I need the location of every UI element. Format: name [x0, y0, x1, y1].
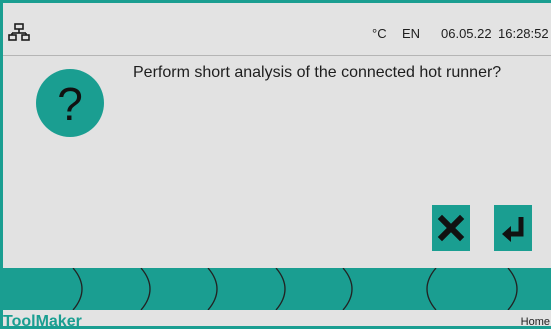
breadcrumb-home[interactable]: Home	[521, 316, 550, 326]
brand-logo: ToolMaker	[3, 313, 82, 329]
enter-icon	[502, 217, 524, 242]
navigation-tab-strip	[3, 268, 551, 310]
cancel-button[interactable]	[432, 205, 470, 251]
footer-bar: ToolMaker Home	[3, 310, 551, 329]
nav-tab-3[interactable]	[149, 268, 217, 310]
status-bar: °C EN 06.05.22 16:28:52	[3, 3, 551, 56]
nav-tab-4[interactable]	[217, 268, 285, 310]
dialog-area: ? Perform short analysis of the connecte…	[3, 56, 551, 271]
x-icon	[437, 214, 465, 242]
temperature-unit: °C	[372, 26, 387, 41]
nav-tab-2[interactable]	[81, 268, 149, 310]
nav-tab-7-active[interactable]	[426, 268, 517, 310]
language-indicator: EN	[402, 26, 421, 41]
nav-tab-6[interactable]	[352, 268, 426, 310]
svg-text:?: ?	[57, 78, 83, 130]
confirm-button[interactable]	[494, 205, 532, 251]
dialog-message: Perform short analysis of the connected …	[133, 64, 502, 81]
time-display: 16:28:52	[498, 26, 549, 41]
question-icon: ?	[36, 69, 104, 137]
nav-tab-1[interactable]	[3, 268, 81, 310]
date-display: 06.05.22	[441, 26, 492, 41]
app-frame: °C EN 06.05.22 16:28:52 ? Perform short …	[0, 0, 551, 329]
nav-tab-5[interactable]	[285, 268, 352, 310]
nav-tab-8[interactable]	[517, 268, 551, 310]
network-icon[interactable]	[8, 23, 30, 42]
